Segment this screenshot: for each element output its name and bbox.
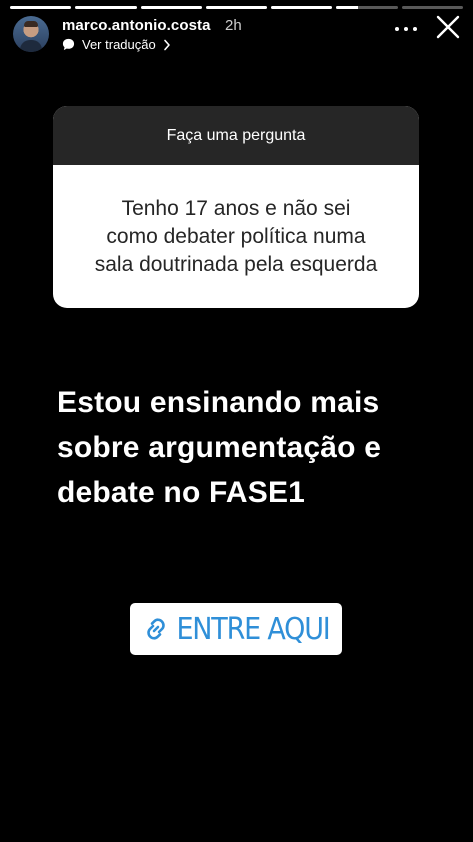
story-header: marco.antonio.costa 2h Ver tradução [13, 14, 463, 58]
progress-segment [271, 6, 333, 9]
more-options-button[interactable] [395, 24, 417, 34]
story-progress-bar [10, 6, 463, 9]
progress-segment [401, 6, 463, 9]
story-view[interactable]: marco.antonio.costa 2h Ver tradução Faça… [0, 0, 473, 842]
username[interactable]: marco.antonio.costa [62, 17, 211, 34]
translate-label: Ver tradução [82, 37, 156, 52]
question-sticker-header: Faça uma pergunta [53, 106, 419, 165]
progress-segment-fill [75, 6, 137, 9]
progress-segment-fill [271, 6, 333, 9]
story-caption: Estou ensinando mais sobre argumentação … [57, 380, 447, 515]
more-dot [395, 27, 399, 31]
progress-segment-fill [336, 6, 358, 9]
avatar-hair [24, 21, 38, 27]
link-icon [147, 618, 166, 640]
progress-segment [205, 6, 268, 9]
progress-segment [336, 6, 398, 9]
close-icon[interactable] [435, 14, 461, 40]
translate-link[interactable]: Ver tradução [62, 37, 171, 52]
progress-segment-fill [140, 6, 202, 9]
more-dot [413, 27, 417, 31]
avatar-suit [20, 40, 42, 52]
caption-line: Estou ensinando mais [57, 386, 380, 419]
progress-segment [140, 6, 202, 9]
caption-line: debate no FASE1 [57, 476, 306, 509]
post-time: 2h [225, 17, 242, 34]
more-dot [404, 27, 408, 31]
link-sticker-label: ENTRE AQUI [176, 611, 330, 647]
chevron-right-icon [163, 39, 170, 50]
progress-segment-fill [205, 6, 268, 9]
link-sticker[interactable]: ENTRE AQUI [130, 603, 342, 655]
progress-segment [75, 6, 137, 9]
question-line: sala doutrinada pela esquerda [94, 252, 378, 276]
progress-segment-fill [10, 6, 72, 9]
avatar[interactable] [13, 16, 49, 52]
caption-line: sobre argumentação e [57, 431, 382, 464]
question-line: como debater política numa [106, 224, 366, 248]
progress-segment [10, 6, 72, 9]
question-sticker-body: Tenho 17 anos e não sei como debater pol… [53, 165, 419, 308]
question-sticker[interactable]: Faça uma pergunta Tenho 17 anos e não se… [53, 106, 419, 308]
speech-bubble-icon [62, 38, 75, 51]
question-line: Tenho 17 anos e não sei [121, 196, 351, 220]
